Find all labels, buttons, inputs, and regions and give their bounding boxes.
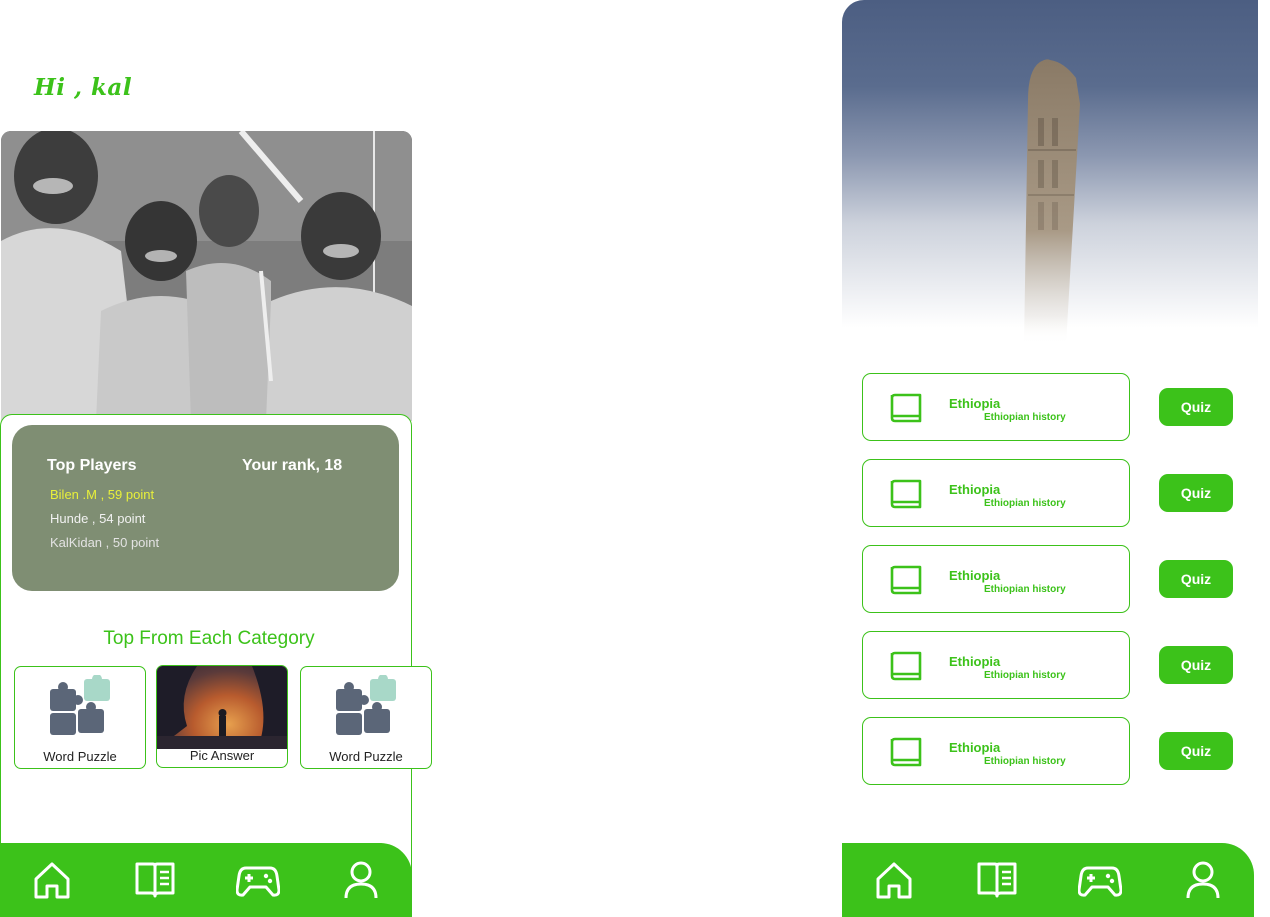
nav-profile[interactable] (1173, 850, 1233, 910)
quiz-title: Ethiopia (949, 396, 1001, 411)
nav-learn[interactable] (967, 850, 1027, 910)
puzzle-icon (50, 675, 110, 735)
quiz-title: Ethiopia (949, 654, 1001, 669)
bottom-nav-bar (842, 843, 1254, 917)
quiz-button[interactable]: Quiz (1159, 646, 1233, 684)
category-card-word-puzzle[interactable]: Word Puzzle (14, 666, 146, 769)
top-players-title: Top Players (47, 457, 137, 474)
book-icon (890, 651, 922, 681)
gamepad-icon (235, 866, 280, 897)
top-players-card: Top Players Your rank, 18 Bilen .M , 59 … (12, 425, 399, 591)
your-rank-text: Your rank, 18 (242, 457, 343, 474)
quiz-list-item: Ethiopia Ethiopian history Quiz (862, 373, 1234, 441)
quiz-list-item: Ethiopia Ethiopian history Quiz (862, 631, 1234, 699)
player-row: Bilen .M , 59 point (50, 487, 155, 502)
profile-icon (1186, 861, 1219, 899)
quiz-title: Ethiopia (949, 568, 1001, 583)
quiz-subtitle: Ethiopian history (984, 412, 1066, 423)
greeting-text: Hi , kal (34, 74, 133, 101)
bottom-nav-bar (0, 843, 412, 917)
quiz-list-item: Ethiopia Ethiopian history Quiz (862, 545, 1234, 613)
home-screen: Top Players Your rank, 18 Bilen .M , 59 … (0, 131, 432, 917)
nav-home[interactable] (22, 850, 82, 910)
player-row: KalKidan , 50 point (50, 535, 160, 550)
quiz-button[interactable]: Quiz (1159, 732, 1233, 770)
nav-games[interactable] (1070, 850, 1130, 910)
quiz-subtitle: Ethiopian history (984, 670, 1066, 681)
book-icon (890, 393, 922, 423)
quiz-button[interactable]: Quiz (1159, 474, 1233, 512)
book-icon (890, 479, 922, 509)
category-card-pic-answer[interactable]: Pic Answer (156, 665, 288, 768)
home-icon (876, 862, 911, 899)
nav-profile[interactable] (331, 850, 391, 910)
quiz-list-item: Ethiopia Ethiopian history Quiz (862, 459, 1234, 527)
quiz-subtitle: Ethiopian history (984, 584, 1066, 595)
quiz-button[interactable]: Quiz (1159, 560, 1233, 598)
quiz-card[interactable]: Ethiopia Ethiopian history (862, 717, 1130, 785)
quiz-title: Ethiopia (949, 740, 1001, 755)
nav-learn[interactable] (125, 850, 185, 910)
gamepad-icon (1077, 866, 1122, 897)
puzzle-icon (336, 675, 396, 735)
quiz-card[interactable]: Ethiopia Ethiopian history (862, 459, 1130, 527)
nav-home[interactable] (864, 850, 924, 910)
monument-photo (842, 0, 1258, 345)
category-card-word-puzzle[interactable]: Word Puzzle (300, 666, 432, 769)
quiz-subtitle: Ethiopian history (984, 756, 1066, 767)
quiz-card[interactable]: Ethiopia Ethiopian history (862, 631, 1130, 699)
player-row: Hunde , 54 point (50, 511, 146, 526)
book-icon (890, 737, 922, 767)
book-icon (977, 862, 1016, 898)
book-icon (890, 565, 922, 595)
picture-thumbnail (157, 666, 287, 749)
quiz-card[interactable]: Ethiopia Ethiopian history (862, 545, 1130, 613)
hero-photo (1, 131, 412, 421)
profile-icon (344, 861, 377, 899)
quiz-button[interactable]: Quiz (1159, 388, 1233, 426)
home-icon (34, 862, 69, 899)
quiz-list-item: Ethiopia Ethiopian history Quiz (862, 717, 1234, 785)
category-section-title: Top From Each Category (103, 628, 315, 649)
book-icon (135, 862, 174, 898)
quiz-title: Ethiopia (949, 482, 1001, 497)
category-label: Pic Answer (189, 748, 255, 763)
nav-games[interactable] (228, 850, 288, 910)
quiz-card[interactable]: Ethiopia Ethiopian history (862, 373, 1130, 441)
quiz-subtitle: Ethiopian history (984, 498, 1066, 509)
category-label: Word Puzzle (43, 749, 117, 764)
category-label: Word Puzzle (329, 749, 403, 764)
